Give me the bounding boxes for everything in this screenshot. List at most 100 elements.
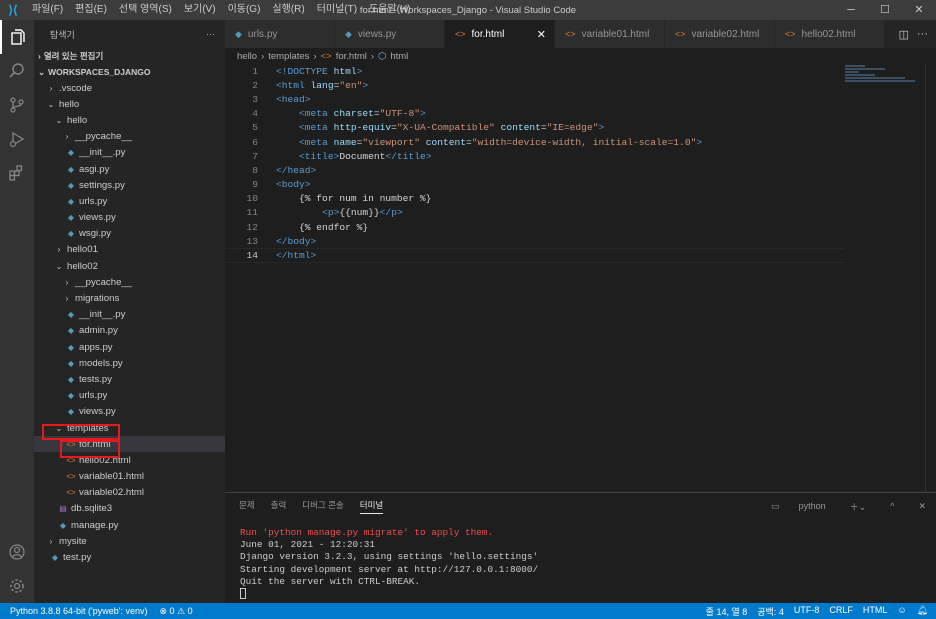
tab-label: for.html	[471, 28, 505, 40]
file-item[interactable]: ◆ asgi.py	[34, 161, 225, 177]
python-file-icon: ◆	[67, 148, 75, 158]
feedback-icon[interactable]: ☺	[897, 605, 906, 618]
file-item[interactable]: ◆ settings.py	[34, 177, 225, 193]
breadcrumb-item[interactable]: html	[390, 51, 408, 62]
close-icon[interactable]: ✕	[902, 0, 936, 20]
cursor-position[interactable]: 줄 14, 열 8	[706, 605, 748, 618]
folder-item[interactable]: › .vscode	[34, 80, 225, 96]
problems-count[interactable]: ⊗ 0 ⚠ 0	[160, 606, 193, 617]
more-actions-icon[interactable]: ···	[206, 29, 215, 39]
panel-tab[interactable]: 터미널	[359, 499, 384, 514]
tab-for-html[interactable]: <> for.html ✕	[445, 20, 555, 48]
tab-hello02-html[interactable]: <> hello02.html	[775, 20, 885, 48]
tab-urls-py[interactable]: ◆ urls.py	[225, 20, 335, 48]
menu-item[interactable]: 보기(V)	[178, 0, 222, 20]
menu-item[interactable]: 선택 영역(S)	[113, 0, 178, 20]
minimize-icon[interactable]: ─	[834, 0, 868, 20]
file-item[interactable]: ◆ views.py	[34, 210, 225, 226]
folder-item[interactable]: › __pycache__	[34, 129, 225, 145]
folder-item[interactable]: › hello01	[34, 242, 225, 258]
menu-item[interactable]: 실행(R)	[266, 0, 310, 20]
html-file-icon: <>	[565, 29, 576, 39]
folder-item[interactable]: › __pycache__	[34, 274, 225, 290]
terminal-cursor	[240, 587, 246, 599]
file-item[interactable]: ◆ admin.py	[34, 323, 225, 339]
breadcrumb-item[interactable]: hello	[237, 51, 257, 62]
split-editor-icon[interactable]: ◫	[899, 28, 909, 41]
code-text: <meta name="viewport" content="width=dev…	[258, 137, 702, 148]
panel-tab[interactable]: 문제	[239, 499, 255, 514]
tree-item-label: tests.py	[79, 373, 113, 385]
file-item[interactable]: <> variable02.html	[34, 485, 225, 501]
editor-scrollbar[interactable]	[925, 64, 936, 494]
code-line: 12 {% endfor %}	[225, 220, 845, 234]
python-file-icon: ◆	[59, 520, 67, 530]
file-item[interactable]: ◆ views.py	[34, 404, 225, 420]
python-file-icon: ◆	[345, 28, 352, 39]
code-line: 13 </body>	[225, 234, 845, 248]
search-icon[interactable]	[0, 54, 34, 88]
menu-item[interactable]: 파일(F)	[26, 0, 69, 20]
tab-views-py[interactable]: ◆ views.py	[335, 20, 445, 48]
run-debug-icon[interactable]	[0, 122, 34, 156]
more-actions-icon[interactable]: ···	[917, 28, 928, 40]
code-token: <body>	[276, 179, 311, 191]
extensions-icon[interactable]	[0, 156, 34, 190]
file-item[interactable]: ◆ apps.py	[34, 339, 225, 355]
notifications-bell-icon[interactable]: 🔔︎	[917, 605, 928, 618]
tree-item-label: variable01.html	[79, 471, 145, 483]
tab-variable02-html[interactable]: <> variable02.html	[665, 20, 775, 48]
file-item[interactable]: ◆ test.py	[34, 549, 225, 565]
file-item[interactable]: <> variable01.html	[34, 469, 225, 485]
file-item[interactable]: ◆ urls.py	[34, 193, 225, 209]
file-item[interactable]: ◆ __init__.py	[34, 145, 225, 161]
menu-item[interactable]: 이동(G)	[222, 0, 267, 20]
code-token: content	[500, 122, 541, 134]
encoding[interactable]: UTF-8	[794, 605, 820, 618]
chevron-down-icon: ⌄	[55, 115, 63, 125]
chevron-right-icon: ›	[49, 536, 53, 546]
folder-item[interactable]: ⌄ hello02	[34, 258, 225, 274]
code-editor[interactable]: 1 <!DOCTYPE html> 2 <html lang="en"> 3 <head>…	[225, 64, 845, 484]
maximize-icon[interactable]: ☐	[868, 0, 902, 20]
panel-tab[interactable]: 디버그 콘솔	[302, 499, 343, 514]
breadcrumb-item[interactable]: templates	[268, 51, 309, 62]
open-editors-section[interactable]: › 열려 있는 편집기	[34, 48, 225, 64]
menu-item[interactable]: 도움말(H)	[363, 0, 416, 20]
file-item[interactable]: ◆ urls.py	[34, 388, 225, 404]
file-item[interactable]: ◆ tests.py	[34, 371, 225, 387]
line-ending[interactable]: CRLF	[829, 605, 853, 618]
manage-gear-icon[interactable]	[0, 569, 34, 603]
maximize-panel-icon[interactable]: ^	[890, 501, 894, 511]
file-item[interactable]: ◆ wsgi.py	[34, 226, 225, 242]
file-item[interactable]: ◆ __init__.py	[34, 307, 225, 323]
menu-item[interactable]: 편집(E)	[69, 0, 113, 20]
python-interpreter[interactable]: Python 3.8.8 64-bit ('pyweb': venv)	[10, 606, 148, 617]
new-terminal-icon[interactable]: ＋⌄	[850, 500, 867, 513]
tab-close-icon[interactable]: ✕	[537, 28, 546, 41]
close-panel-icon[interactable]: ✕	[918, 501, 926, 512]
file-item[interactable]: ◆ models.py	[34, 355, 225, 371]
folder-item[interactable]: ⌄ hello	[34, 112, 225, 128]
folder-item[interactable]: › migrations	[34, 290, 225, 306]
minimap[interactable]	[845, 64, 925, 94]
workspace-section[interactable]: ⌄ WORKSPACES_DJANGO	[34, 64, 225, 80]
terminal-name[interactable]: python	[799, 501, 826, 511]
account-icon[interactable]	[0, 535, 34, 569]
explorer-icon[interactable]	[0, 20, 34, 54]
file-item[interactable]: ▤ db.sqlite3	[34, 501, 225, 517]
file-item[interactable]: ◆ manage.py	[34, 517, 225, 533]
code-token: "IE=edge"	[546, 122, 599, 134]
indentation[interactable]: 공백: 4	[757, 605, 784, 618]
source-control-icon[interactable]	[0, 88, 34, 122]
folder-item[interactable]: ⌄ hello	[34, 96, 225, 112]
menu-item[interactable]: 터미널(T)	[311, 0, 363, 20]
folder-item[interactable]: › mysite	[34, 533, 225, 549]
panel-tab[interactable]: 출력	[271, 499, 287, 514]
language-mode[interactable]: HTML	[863, 605, 888, 618]
activity-bar	[0, 20, 34, 603]
breadcrumb-item[interactable]: for.html	[336, 51, 367, 62]
tab-variable01-html[interactable]: <> variable01.html	[555, 20, 665, 48]
terminal-output[interactable]: Run 'python manage.py migrate' to apply …	[225, 519, 936, 600]
code-token: <meta	[299, 108, 334, 120]
